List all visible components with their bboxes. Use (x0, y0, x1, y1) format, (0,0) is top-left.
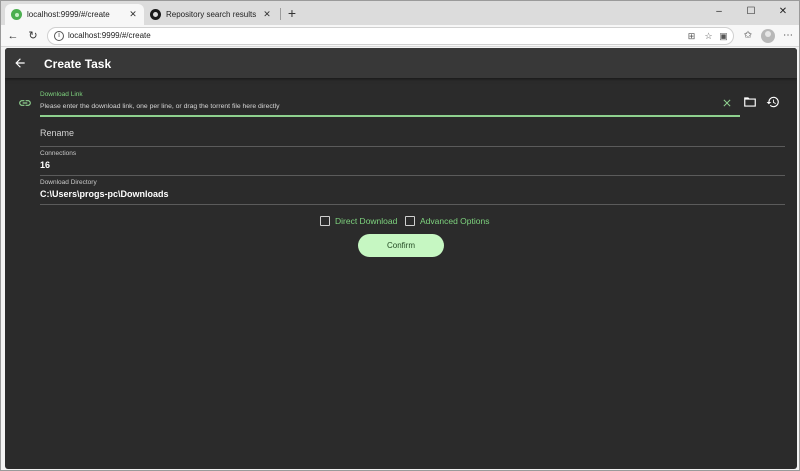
page-viewport: Create Task Download Link Please enter t… (5, 48, 797, 469)
app-logo-icon (11, 9, 22, 20)
back-arrow-icon[interactable] (13, 56, 27, 70)
browser-toolbar: ← ↻ i localhost:9999/#/create ⊞ ☆ ▣ ✩ ⋯ (1, 25, 799, 47)
connections-underline (40, 175, 785, 176)
connections-label: Connections (40, 150, 77, 157)
close-tab-icon[interactable]: ✕ (262, 9, 272, 20)
new-tab-button[interactable]: + (285, 5, 299, 21)
checkbox-icon[interactable] (405, 216, 415, 226)
folder-icon[interactable] (743, 96, 757, 108)
page-title: Create Task (44, 57, 112, 71)
minimize-button[interactable]: – (704, 3, 734, 21)
link-icon (19, 100, 31, 106)
favorites-icon[interactable]: ✩ (741, 29, 755, 43)
back-arrow-icon[interactable]: ← (5, 28, 21, 44)
profile-avatar[interactable] (761, 29, 775, 43)
github-icon (150, 9, 161, 20)
tab-github-search[interactable]: Repository search results · GitHub ✕ (144, 4, 278, 25)
reload-icon[interactable]: ↻ (25, 28, 41, 44)
download-directory-input[interactable]: C:\Users\progs-pc\Downloads (40, 189, 169, 199)
read-aloud-icon[interactable]: ▣ (718, 31, 729, 42)
rename-underline (40, 146, 785, 147)
connections-input[interactable]: 16 (40, 160, 50, 170)
tab-divider (280, 8, 281, 20)
direct-download-label: Direct Download (335, 216, 398, 226)
app-bar: Create Task (5, 48, 797, 78)
download-link-underline (40, 115, 740, 117)
tab-create-task[interactable]: localhost:9999/#/create ✕ (5, 4, 144, 25)
favorite-star-icon[interactable]: ☆ (703, 31, 714, 42)
download-link-field[interactable]: Download Link Please enter the download … (40, 91, 785, 118)
checkbox-icon[interactable] (320, 216, 330, 226)
tab-title: localhost:9999/#/create (27, 10, 110, 19)
rename-field[interactable]: Rename (40, 123, 785, 147)
site-info-icon[interactable]: i (54, 31, 64, 41)
download-link-input[interactable]: Please enter the download link, one per … (40, 103, 280, 110)
download-directory-label: Download Directory (40, 179, 97, 186)
direct-download-checkbox[interactable]: Direct Download (320, 216, 397, 226)
clear-icon[interactable] (721, 97, 733, 109)
app-install-icon[interactable]: ⊞ (686, 31, 697, 42)
tab-title: Repository search results · GitHub (166, 10, 258, 19)
history-icon[interactable] (766, 95, 780, 109)
close-window-button[interactable]: ✕ (768, 3, 798, 21)
download-link-label: Download Link (40, 91, 83, 98)
confirm-button[interactable]: Confirm (358, 234, 444, 257)
download-directory-underline (40, 204, 785, 205)
rename-input[interactable]: Rename (40, 128, 74, 138)
address-bar[interactable]: i localhost:9999/#/create ⊞ ☆ ▣ (47, 27, 734, 45)
browser-window: localhost:9999/#/create ✕ Repository sea… (0, 0, 800, 471)
tab-strip: localhost:9999/#/create ✕ Repository sea… (1, 1, 799, 25)
download-directory-field[interactable]: Download Directory C:\Users\progs-pc\Dow… (40, 178, 785, 205)
advanced-options-label: Advanced Options (420, 216, 490, 226)
maximize-button[interactable]: ☐ (736, 3, 766, 21)
advanced-options-checkbox[interactable]: Advanced Options (405, 216, 489, 226)
close-tab-icon[interactable]: ✕ (128, 9, 138, 20)
connections-field[interactable]: Connections 16 (40, 149, 785, 176)
address-url: localhost:9999/#/create (68, 31, 151, 40)
more-menu-icon[interactable]: ⋯ (781, 29, 795, 43)
